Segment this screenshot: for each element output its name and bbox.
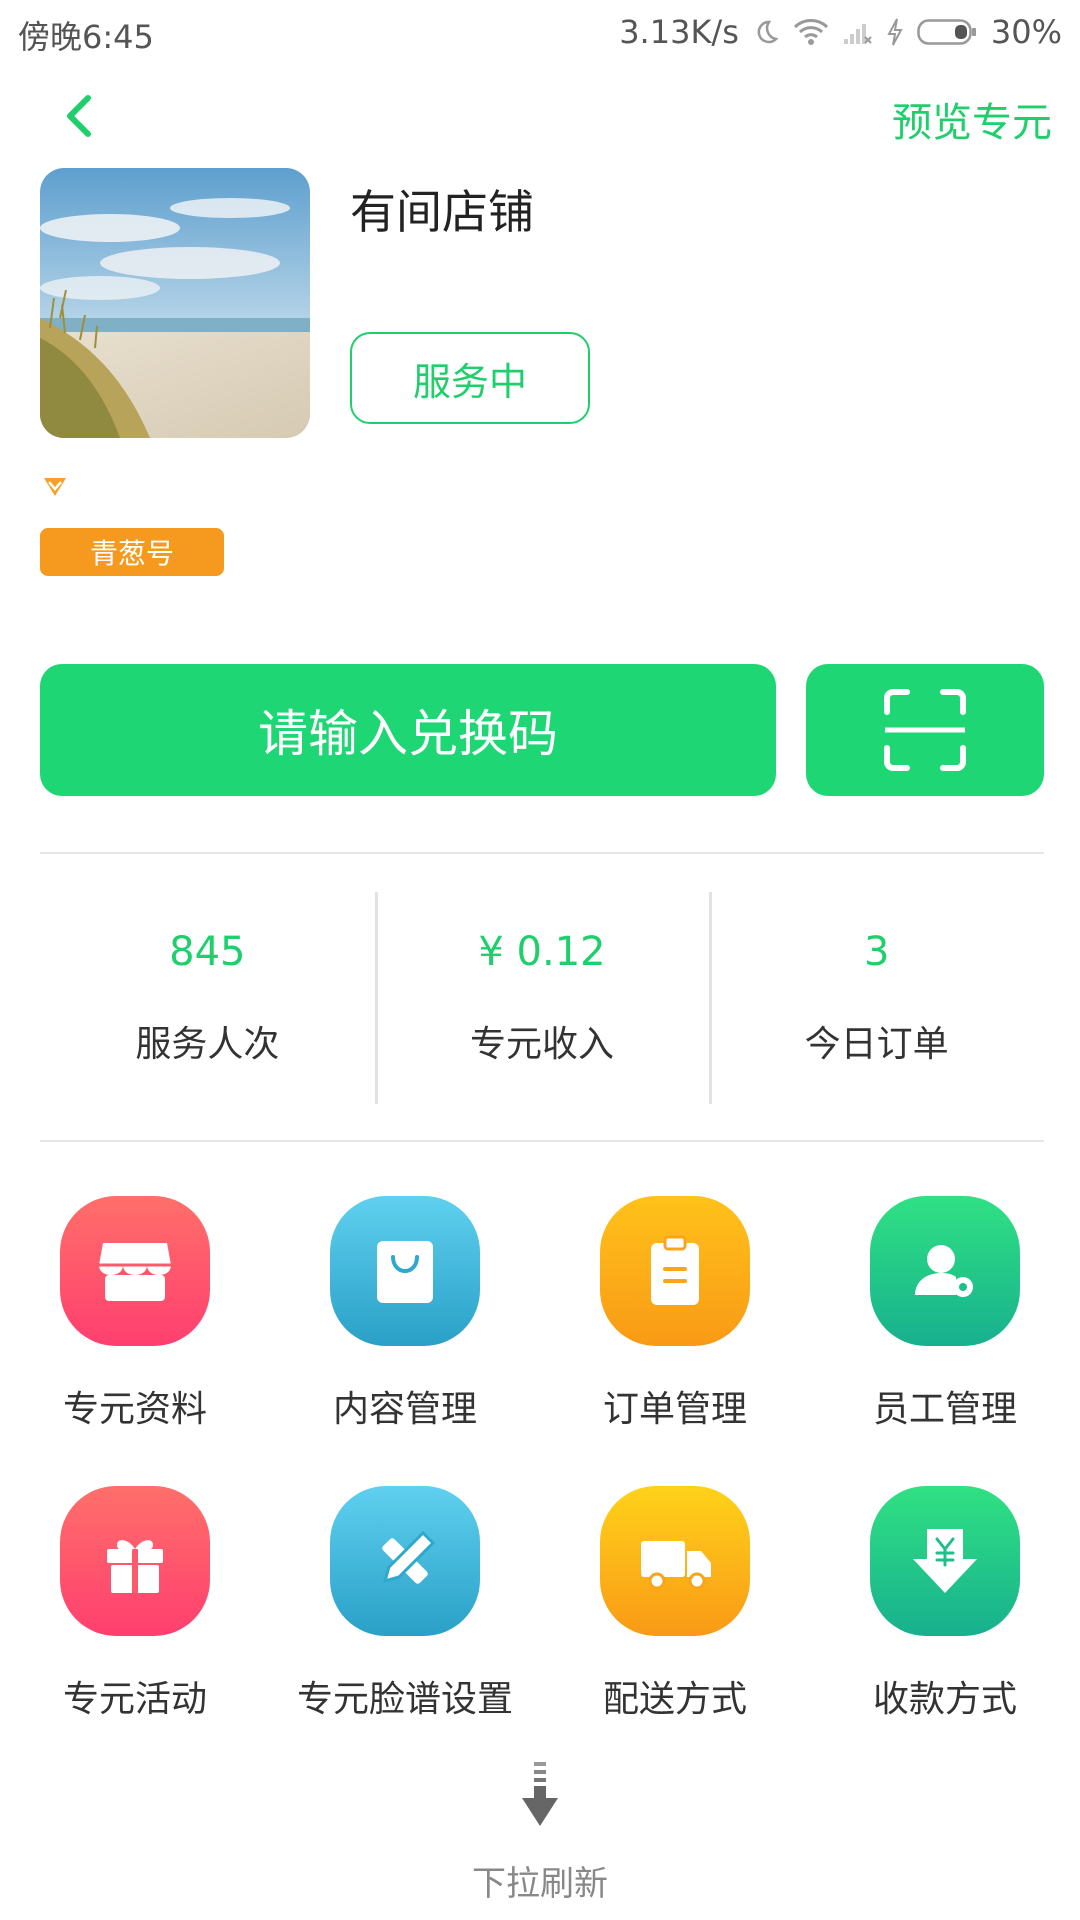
stats-row: 845 服务人次 ¥ 0.12 专元收入 3 今日订单 [40, 892, 1044, 1104]
back-button[interactable] [56, 88, 104, 144]
stat-label: 专元收入 [470, 1024, 615, 1065]
grid-item-shop-face-settings[interactable]: 专元脸谱设置 [270, 1486, 540, 1776]
service-status-badge[interactable]: 服务中 [350, 332, 590, 424]
wifi-icon [793, 19, 828, 45]
grid-label: 订单管理 [602, 1389, 747, 1430]
grid-label: 内容管理 [332, 1389, 477, 1430]
feature-grid: 专元资料 内容管理 订单管理 员工管理 专元活动 专元脸谱设置 配送方式 收款方… [0, 1196, 1080, 1776]
signal-icon [843, 24, 872, 44]
stat-value: ¥ 0.12 [478, 929, 606, 975]
grid-item-delivery-method[interactable]: 配送方式 [540, 1486, 810, 1776]
gift-icon [60, 1486, 210, 1636]
network-speed: 3.13K/s [619, 13, 739, 51]
divider [40, 1140, 1044, 1142]
stat-label: 服务人次 [135, 1024, 280, 1065]
preview-shop-link[interactable]: 预览专元 [892, 90, 1052, 148]
charging-icon [887, 18, 903, 46]
grid-item-shop-profile[interactable]: 专元资料 [0, 1196, 270, 1486]
stat-value: 845 [169, 929, 246, 975]
moon-icon [757, 20, 779, 44]
grid-item-order-management[interactable]: 订单管理 [540, 1196, 810, 1486]
redeem-code-input[interactable]: 请输入兑换码 [40, 664, 776, 796]
divider [40, 852, 1044, 854]
shop-name: 有间店铺 [350, 185, 534, 239]
stat-label: 今日订单 [804, 1024, 949, 1065]
diamond-icon [44, 478, 66, 496]
brand-tag: 青葱号 [40, 528, 224, 576]
grid-item-staff-management[interactable]: 员工管理 [810, 1196, 1080, 1486]
stat-service-count[interactable]: 845 服务人次 [40, 892, 375, 1104]
pencil-ruler-icon [330, 1486, 480, 1636]
status-right: 3.13K/s 30% [619, 12, 1062, 52]
scan-icon [884, 689, 966, 771]
grid-label: 收款方式 [872, 1679, 1017, 1720]
grid-label: 配送方式 [602, 1679, 747, 1720]
beach-image [40, 168, 310, 438]
stat-income[interactable]: ¥ 0.12 专元收入 [374, 892, 710, 1104]
grid-label: 员工管理 [872, 1389, 1017, 1430]
shop-icon [60, 1196, 210, 1346]
grid-item-payment-method[interactable]: 收款方式 [810, 1486, 1080, 1776]
scan-button[interactable] [806, 664, 1044, 796]
yen-download-icon [870, 1486, 1020, 1636]
battery-percent: 30% [990, 13, 1062, 51]
grid-label: 专元活动 [62, 1679, 207, 1720]
shopping-bag-icon [330, 1196, 480, 1346]
chevron-left-icon [67, 95, 91, 137]
clipboard-icon [600, 1196, 750, 1346]
grid-label: 专元脸谱设置 [296, 1679, 513, 1720]
status-time: 傍晚6:45 [18, 18, 154, 56]
stat-value: 3 [863, 929, 890, 975]
grid-item-shop-activity[interactable]: 专元活动 [0, 1486, 270, 1776]
truck-icon [600, 1486, 750, 1636]
pull-refresh-label: 下拉刷新 [472, 1864, 608, 1904]
stat-today-orders[interactable]: 3 今日订单 [709, 892, 1044, 1104]
grid-item-content-management[interactable]: 内容管理 [270, 1196, 540, 1486]
battery-icon [917, 19, 976, 45]
shop-thumbnail[interactable] [40, 168, 310, 438]
arrow-down-icon [522, 1762, 558, 1826]
user-settings-icon [870, 1196, 1020, 1346]
status-bar: 傍晚6:45 3.13K/s 30% [0, 0, 1080, 64]
grid-label: 专元资料 [62, 1389, 207, 1430]
